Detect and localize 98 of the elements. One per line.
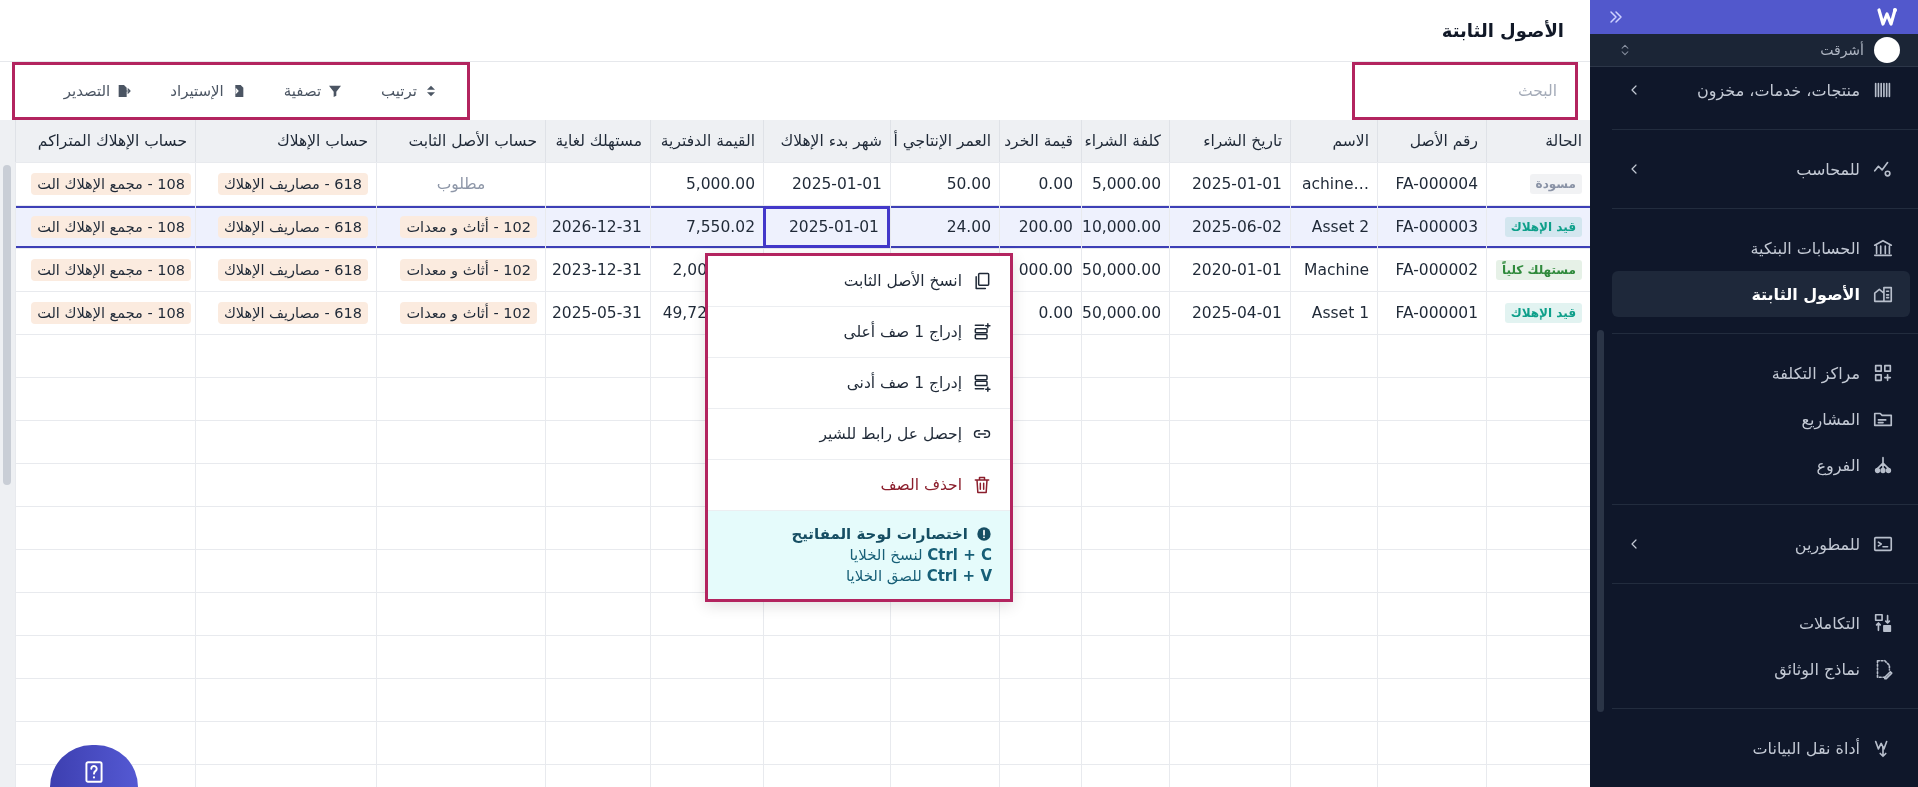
sidebar-item[interactable]: التكاملات bbox=[1612, 600, 1910, 646]
column-header[interactable]: حساب الأصل الثابت bbox=[376, 120, 545, 162]
table-cell: 5,000.00 bbox=[1091, 175, 1161, 193]
table-cell: 7,550.02 bbox=[685, 218, 755, 236]
menu-item[interactable]: إحصل عل رابط للشير bbox=[708, 409, 1010, 460]
copy-icon bbox=[972, 271, 992, 291]
table-cell: 10,000.00 bbox=[1082, 218, 1161, 236]
table-cell: 0.00 bbox=[1038, 304, 1073, 322]
account-tag: 108 - مجمع الإهلاك الت bbox=[31, 302, 191, 324]
scrollbar-thumb[interactable] bbox=[3, 165, 11, 485]
table-cell: Asset 1 bbox=[1311, 304, 1369, 322]
column-header[interactable]: قيمة الخرد bbox=[999, 120, 1081, 162]
file-export-icon bbox=[116, 83, 133, 99]
table-cell: 2026-12-31 bbox=[551, 218, 642, 236]
organization-switcher[interactable]: أشرقت bbox=[1590, 34, 1918, 67]
sidebar-item[interactable]: أداة نقل البيانات bbox=[1612, 725, 1910, 771]
sidebar-item[interactable]: منتجات، خدمات، مخزون bbox=[1612, 67, 1910, 113]
account-tag: 108 - مجمع الإهلاك الت bbox=[31, 173, 191, 195]
sidebar-item[interactable]: للمحاسب bbox=[1612, 146, 1910, 192]
table-cell: 2023-12-31 bbox=[551, 261, 642, 279]
table-cell: FA-000002 bbox=[1395, 261, 1478, 279]
branches-icon bbox=[1872, 454, 1894, 476]
grid-plus-icon bbox=[1872, 362, 1894, 384]
table-cell: 2025-04-01 bbox=[1191, 304, 1282, 322]
sidebar-item[interactable]: الحسابات البنكية bbox=[1612, 225, 1910, 271]
sidebar-item[interactable]: الأصول الثابتة bbox=[1612, 271, 1910, 317]
table-cell: 2020-01-01 bbox=[1191, 261, 1282, 279]
sidebar-item[interactable]: للمطورين bbox=[1612, 521, 1910, 567]
status-badge: مستهلك كلياً bbox=[1496, 260, 1582, 280]
table-cell: 24.00 bbox=[946, 218, 991, 236]
status-badge: قيد الإهلاك bbox=[1504, 217, 1582, 237]
menu-item[interactable]: إدراج 1 صف أدنى bbox=[708, 358, 1010, 409]
focused-cell[interactable]: 2025-01-01 bbox=[763, 206, 890, 248]
table-cell: 2025-06-02 bbox=[1191, 218, 1282, 236]
trash-icon bbox=[972, 475, 992, 495]
table-cell: 49,72 bbox=[662, 304, 707, 322]
account-tag: 618 - مصاريف الإهلاك bbox=[217, 216, 368, 238]
column-header[interactable]: مستهلك لغاية bbox=[545, 120, 650, 162]
search-field[interactable]: البحث bbox=[1352, 62, 1578, 120]
avatar bbox=[1874, 37, 1900, 63]
table-cell: 50,000.00 bbox=[1082, 304, 1161, 322]
column-header[interactable]: شهر بدء الإهلاك bbox=[763, 120, 890, 162]
column-header[interactable]: رقم الأصل bbox=[1377, 120, 1486, 162]
table-cell: 2025-01-01 bbox=[788, 218, 879, 236]
table-cell: FA-000004 bbox=[1395, 175, 1478, 193]
table-cell: FA-000001 bbox=[1395, 304, 1478, 322]
column-header[interactable]: القيمة الدفترية bbox=[650, 120, 763, 162]
account-tag: 618 - مصاريف الإهلاك bbox=[217, 173, 368, 195]
menu-item[interactable]: احذف الصف bbox=[708, 460, 1010, 511]
column-header[interactable]: تاريخ الشراء bbox=[1169, 120, 1290, 162]
scrollbar-thumb[interactable] bbox=[1597, 330, 1604, 712]
hint-title: اختصارات لوحة المفاتيح bbox=[791, 525, 968, 543]
table-cell: 2025-01-01 bbox=[1191, 175, 1282, 193]
info-icon bbox=[976, 526, 992, 542]
account-tag: 102 - أثاث و معدات bbox=[400, 302, 537, 324]
toolbar-button[interactable]: تصفية bbox=[281, 78, 346, 104]
account-tag: 618 - مصاريف الإهلاك bbox=[217, 302, 368, 324]
logo-icon bbox=[1876, 5, 1900, 29]
menu-item[interactable]: إدراج 1 صف أعلى bbox=[708, 307, 1010, 358]
table-cell: Machine bbox=[1304, 261, 1369, 279]
table-cell: 200.00 bbox=[1018, 218, 1073, 236]
table-cell: …achine bbox=[1302, 175, 1369, 193]
table-cell: 5,000.00 bbox=[685, 175, 755, 193]
column-header[interactable]: حساب الإهلاك bbox=[195, 120, 376, 162]
column-header[interactable]: العمر الإنتاجي أ bbox=[890, 120, 999, 162]
table-cell: 50,000.00 bbox=[1082, 261, 1161, 279]
transfer-icon bbox=[1872, 612, 1894, 634]
sidebar-item[interactable]: الفروع bbox=[1612, 442, 1910, 488]
account-tag: 618 - مصاريف الإهلاك bbox=[217, 259, 368, 281]
table-cell: 2025-05-31 bbox=[551, 304, 642, 322]
toolbar-button[interactable]: التصدير bbox=[61, 78, 135, 104]
account-tag: 108 - مجمع الإهلاك الت bbox=[31, 259, 191, 281]
account-tag: 108 - مجمع الإهلاك الت bbox=[31, 216, 191, 238]
table-cell: FA-000003 bbox=[1395, 218, 1478, 236]
table-cell: 50.00 bbox=[946, 175, 991, 193]
account-tag: 102 - أثاث و معدات bbox=[400, 259, 537, 281]
toolbar-button[interactable]: الإستيراد bbox=[168, 78, 248, 104]
bank-icon bbox=[1872, 237, 1894, 259]
table-cell: Asset 2 bbox=[1311, 218, 1369, 236]
column-header[interactable]: كلفة الشراء bbox=[1081, 120, 1169, 162]
column-header[interactable]: الحالة bbox=[1486, 120, 1590, 162]
organization-name: أشرقت bbox=[1819, 42, 1864, 58]
toolbar-button[interactable]: ترتيب bbox=[379, 78, 441, 104]
account-tag: 102 - أثاث و معدات bbox=[400, 216, 537, 238]
sidebar-item[interactable]: مراكز التكلفة bbox=[1612, 350, 1910, 396]
status-badge: مسودة bbox=[1529, 174, 1582, 194]
table-cell: 0.00 bbox=[1038, 175, 1073, 193]
column-header[interactable]: الاسم bbox=[1290, 120, 1377, 162]
sidebar-item[interactable]: المشاريع bbox=[1612, 396, 1910, 442]
table-cell: 2025-01-01 bbox=[791, 175, 882, 193]
insert-row-below-icon bbox=[972, 373, 992, 393]
table-cell: 000.00 bbox=[1018, 261, 1073, 279]
sidebar-item[interactable]: نماذج الوثائق bbox=[1612, 646, 1910, 692]
page-title: الأصول الثابتة bbox=[1441, 20, 1564, 41]
status-badge: قيد الإهلاك bbox=[1504, 303, 1582, 323]
insert-row-above-icon bbox=[972, 322, 992, 342]
menu-item[interactable]: انسخ الأصل الثابت bbox=[708, 256, 1010, 307]
column-header[interactable]: حساب الإهلاك المتراكم bbox=[15, 120, 195, 162]
